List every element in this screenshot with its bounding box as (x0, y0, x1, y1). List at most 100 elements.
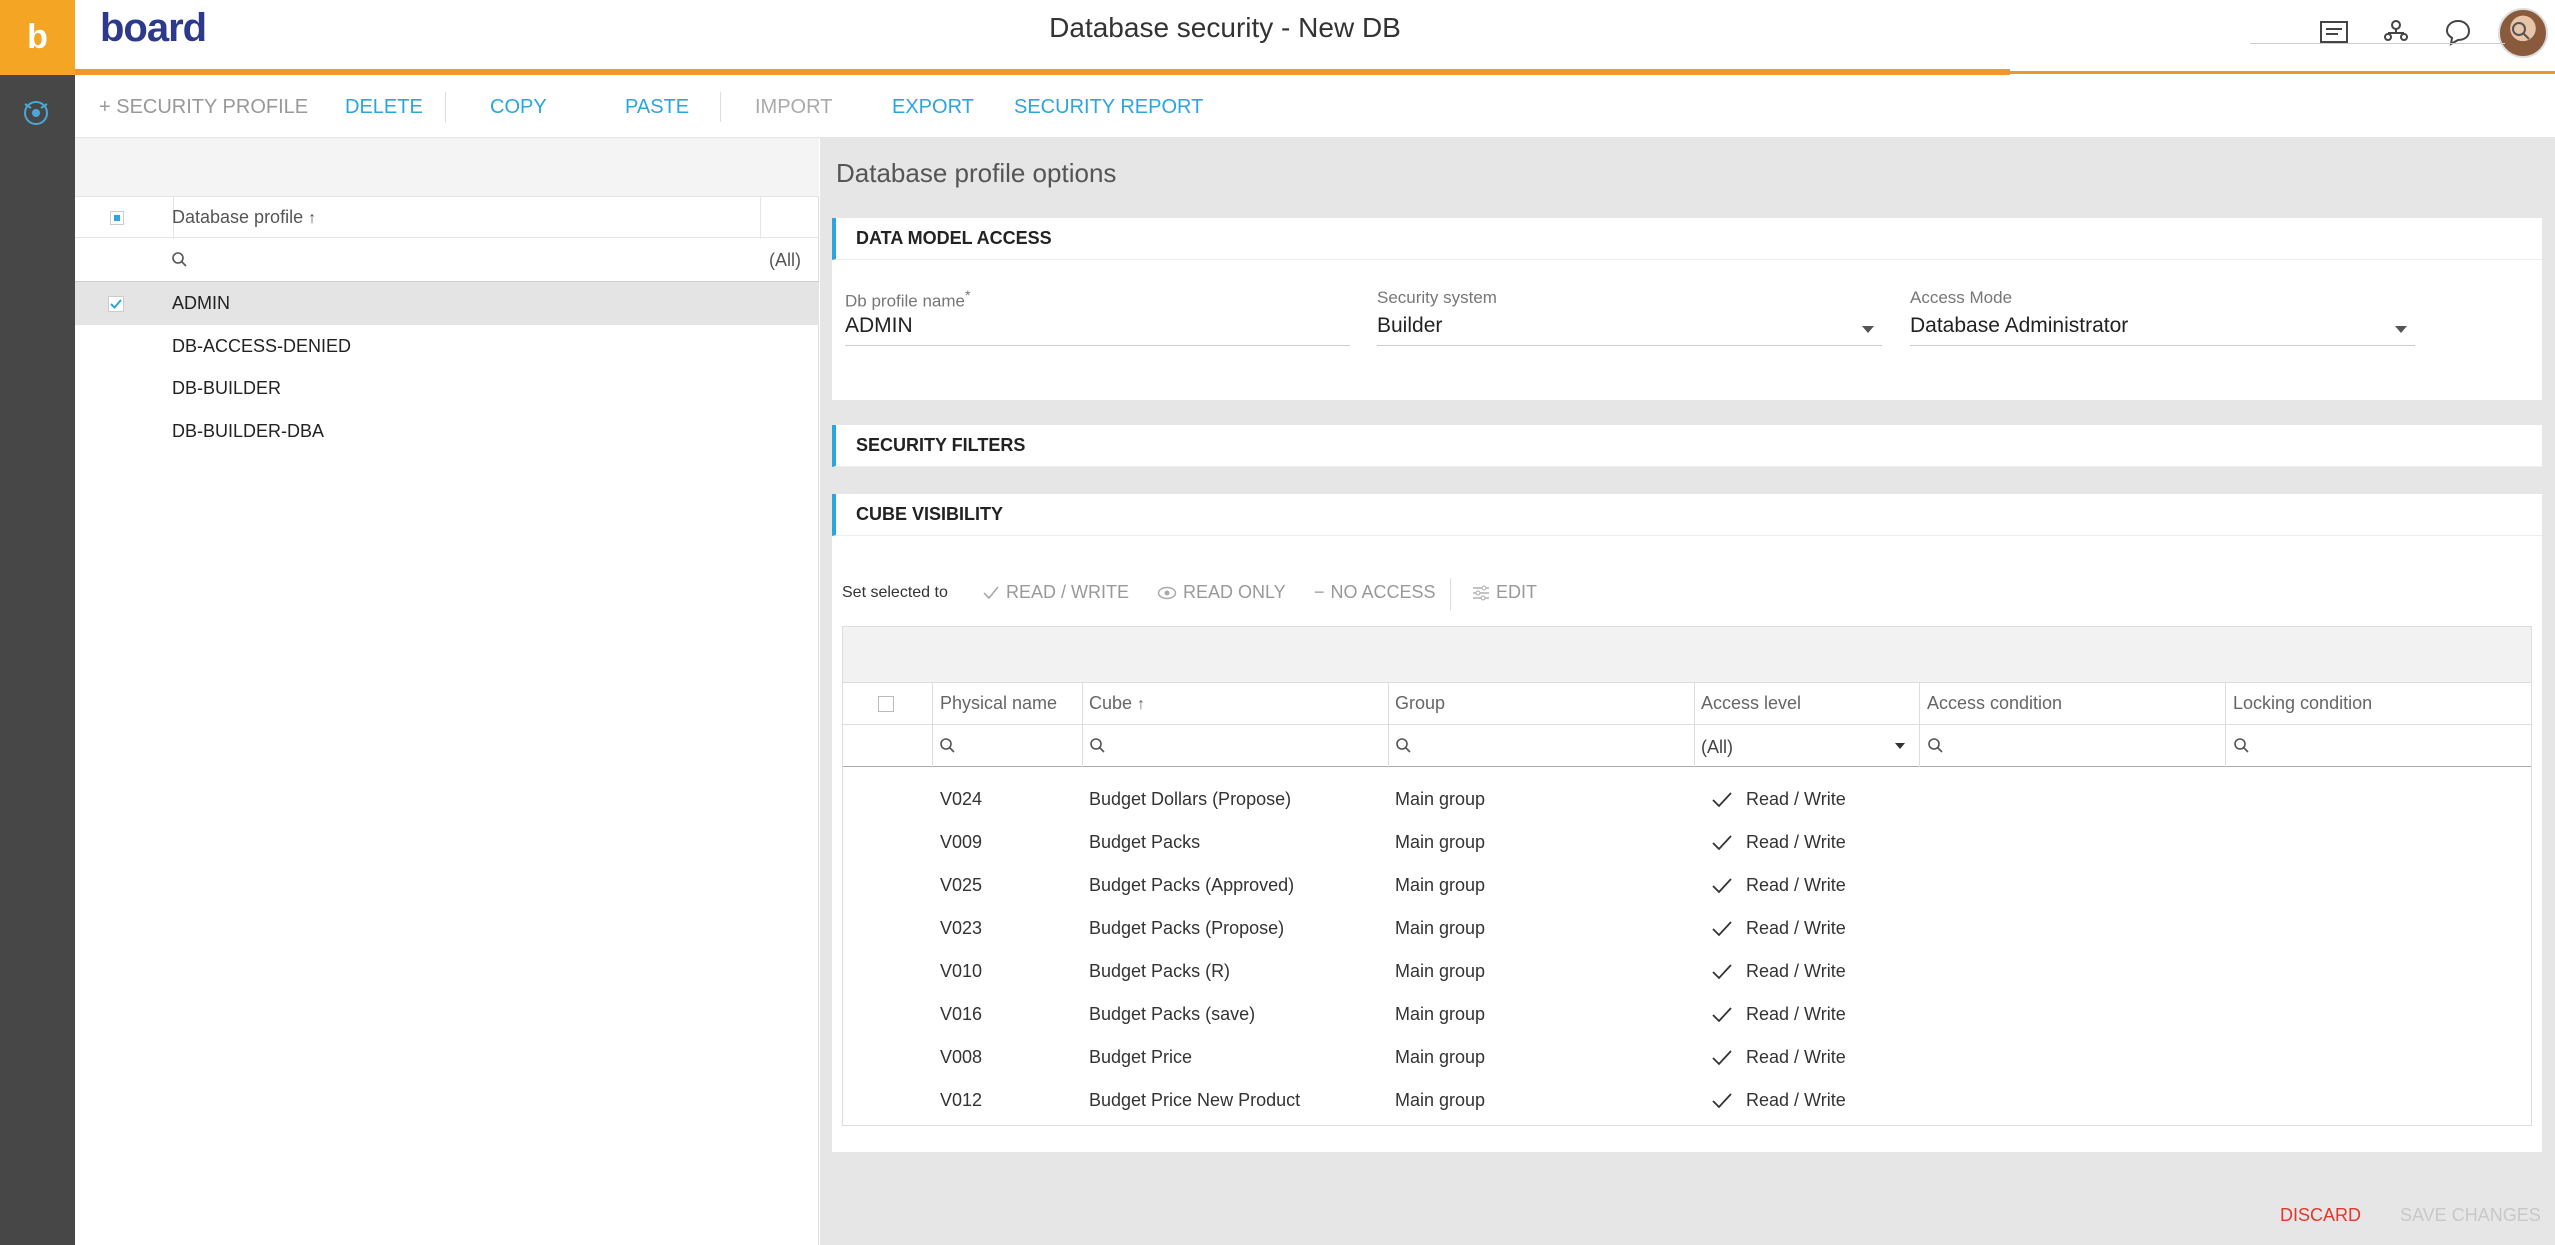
grid-toolbar (843, 627, 2531, 683)
profile-name: ADMIN (172, 293, 230, 313)
column-divider (1694, 725, 1695, 767)
physical-name-cell: V012 (940, 1090, 983, 1110)
set-read-only-button[interactable]: READ ONLY (1157, 582, 1286, 603)
cube-visibility-heading[interactable]: CUBE VISIBILITY (832, 494, 2542, 536)
copy-button[interactable]: COPY (490, 96, 547, 119)
delete-button[interactable]: DELETE (345, 96, 423, 119)
column-header-access-level[interactable]: Access level (1701, 693, 1801, 714)
column-header-access-condition[interactable]: Access condition (1927, 693, 2062, 714)
profile-list-header: Database profile ↑ (75, 196, 819, 239)
board-logo-icon[interactable]: b (0, 0, 75, 75)
checkmark-icon (983, 585, 999, 599)
toolbar-separator (1450, 578, 1451, 610)
select-all-checkbox[interactable] (110, 211, 124, 225)
search-icon[interactable] (1089, 737, 1107, 755)
physical-name-cell: V016 (940, 1004, 983, 1024)
toolbar-separator (720, 92, 721, 122)
export-button[interactable]: EXPORT (892, 96, 974, 119)
search-icon[interactable] (1395, 737, 1413, 755)
security-nav-icon[interactable] (15, 92, 57, 134)
table-row[interactable]: V024 Budget Dollars (Propose) Main group… (843, 777, 2531, 820)
set-selected-label: Set selected to (842, 584, 948, 601)
table-row[interactable]: V012 Budget Price New Product Main group… (843, 1078, 2531, 1121)
access-level-cell[interactable]: Read / Write (1746, 875, 1846, 896)
sort-asc-icon: ↑ (308, 210, 317, 227)
select-all-cubes-checkbox[interactable] (878, 696, 894, 712)
table-row[interactable]: V025 Budget Packs (Approved) Main group … (843, 863, 2531, 906)
column-header-locking-condition[interactable]: Locking condition (2233, 693, 2372, 714)
access-level-cell[interactable]: Read / Write (1746, 961, 1846, 982)
group-cell: Main group (1395, 875, 1486, 895)
profile-row-admin[interactable]: ADMIN (75, 282, 819, 325)
column-divider (2225, 725, 2226, 767)
column-divider (2225, 683, 2226, 725)
profile-filter-row: (All) (75, 238, 819, 282)
set-no-access-button[interactable]: − NO ACCESS (1314, 582, 1436, 603)
access-level-filter[interactable]: (All) (1701, 737, 1733, 758)
table-row[interactable]: V009 Budget Packs Main group Read / Writ… (843, 820, 2531, 863)
db-profile-name-field[interactable]: ADMIN (845, 314, 1350, 346)
paste-button[interactable]: PASTE (625, 96, 689, 119)
table-row[interactable]: V023 Budget Packs (Propose) Main group R… (843, 906, 2531, 949)
table-row[interactable]: V008 Budget Price Main group Read / Writ… (843, 1035, 2531, 1078)
profile-name: DB-BUILDER (172, 378, 282, 398)
group-cell: Main group (1395, 1090, 1486, 1110)
sliders-icon (1473, 585, 1489, 600)
import-button[interactable]: IMPORT (755, 96, 832, 119)
add-security-profile-button[interactable]: + SECURITY PROFILE (99, 96, 308, 119)
profile-list-panel: Database profile ↑ (All) ADMIN DB-ACCESS… (75, 138, 819, 1245)
cube-cell: Budget Price New Product (1089, 1090, 1301, 1110)
minus-icon: − (1314, 582, 1325, 602)
search-icon[interactable] (171, 251, 189, 269)
profile-row-db-builder[interactable]: DB-BUILDER (75, 367, 819, 410)
checkmark-icon (1712, 1093, 1732, 1109)
profile-row-db-access-denied[interactable]: DB-ACCESS-DENIED (75, 325, 819, 368)
access-level-cell[interactable]: Read / Write (1746, 918, 1846, 939)
access-mode-select[interactable]: Database Administrator (1910, 314, 2415, 346)
profile-row-db-builder-dba[interactable]: DB-BUILDER-DBA (75, 410, 819, 453)
column-header-database-profile[interactable]: Database profile ↑ (172, 207, 316, 228)
column-header-cube[interactable]: Cube ↑ (1089, 693, 1145, 714)
security-filters-heading[interactable]: SECURITY FILTERS (832, 425, 2542, 467)
search-icon[interactable] (2510, 20, 2534, 44)
cube-cell: Budget Packs (R) (1089, 961, 1231, 981)
access-level-cell[interactable]: Read / Write (1746, 1047, 1846, 1068)
table-row[interactable]: V016 Budget Packs (save) Main group Read… (843, 992, 2531, 1035)
column-divider (932, 725, 933, 767)
discard-button[interactable]: DISCARD (2280, 1205, 2361, 1226)
search-icon[interactable] (939, 737, 957, 755)
checkmark-icon (108, 296, 124, 312)
profile-filter-all[interactable]: (All) (769, 250, 801, 271)
chevron-down-icon[interactable] (1895, 743, 1905, 749)
toolbar-search-input[interactable] (2250, 18, 2505, 44)
checkmark-icon (1712, 792, 1732, 808)
search-icon[interactable] (1927, 737, 1945, 755)
security-filters-card: SECURITY FILTERS (832, 425, 2542, 467)
security-report-button[interactable]: SECURITY REPORT (1014, 96, 1203, 119)
column-header-physical-name[interactable]: Physical name (940, 693, 1057, 714)
group-cell: Main group (1395, 789, 1486, 809)
access-level-cell[interactable]: Read / Write (1746, 1004, 1846, 1025)
access-level-cell[interactable]: Read / Write (1746, 789, 1846, 810)
edit-button[interactable]: EDIT (1472, 582, 1537, 603)
toolbar-separator (445, 92, 446, 122)
eye-icon (1157, 586, 1177, 599)
save-changes-button[interactable]: SAVE CHANGES (2400, 1205, 2541, 1226)
access-level-cell[interactable]: Read / Write (1746, 832, 1846, 853)
cube-cell: Budget Dollars (Propose) (1089, 789, 1292, 809)
data-model-access-heading[interactable]: DATA MODEL ACCESS (832, 218, 2542, 260)
physical-name-cell: V024 (940, 789, 983, 809)
access-level-cell[interactable]: Read / Write (1746, 1090, 1846, 1111)
column-divider (760, 197, 761, 239)
security-system-select[interactable]: Builder (1377, 314, 1882, 346)
column-divider (932, 683, 933, 725)
profile-name: DB-BUILDER-DBA (172, 421, 325, 441)
column-divider (1388, 725, 1389, 767)
table-row[interactable]: V010 Budget Packs (R) Main group Read / … (843, 949, 2531, 992)
group-cell: Main group (1395, 832, 1486, 852)
chevron-down-icon (2395, 326, 2407, 333)
set-read-write-button[interactable]: READ / WRITE (982, 582, 1129, 603)
search-icon[interactable] (2233, 737, 2251, 755)
header-accent-bar-right (2010, 71, 2555, 74)
column-header-group[interactable]: Group (1395, 693, 1445, 714)
